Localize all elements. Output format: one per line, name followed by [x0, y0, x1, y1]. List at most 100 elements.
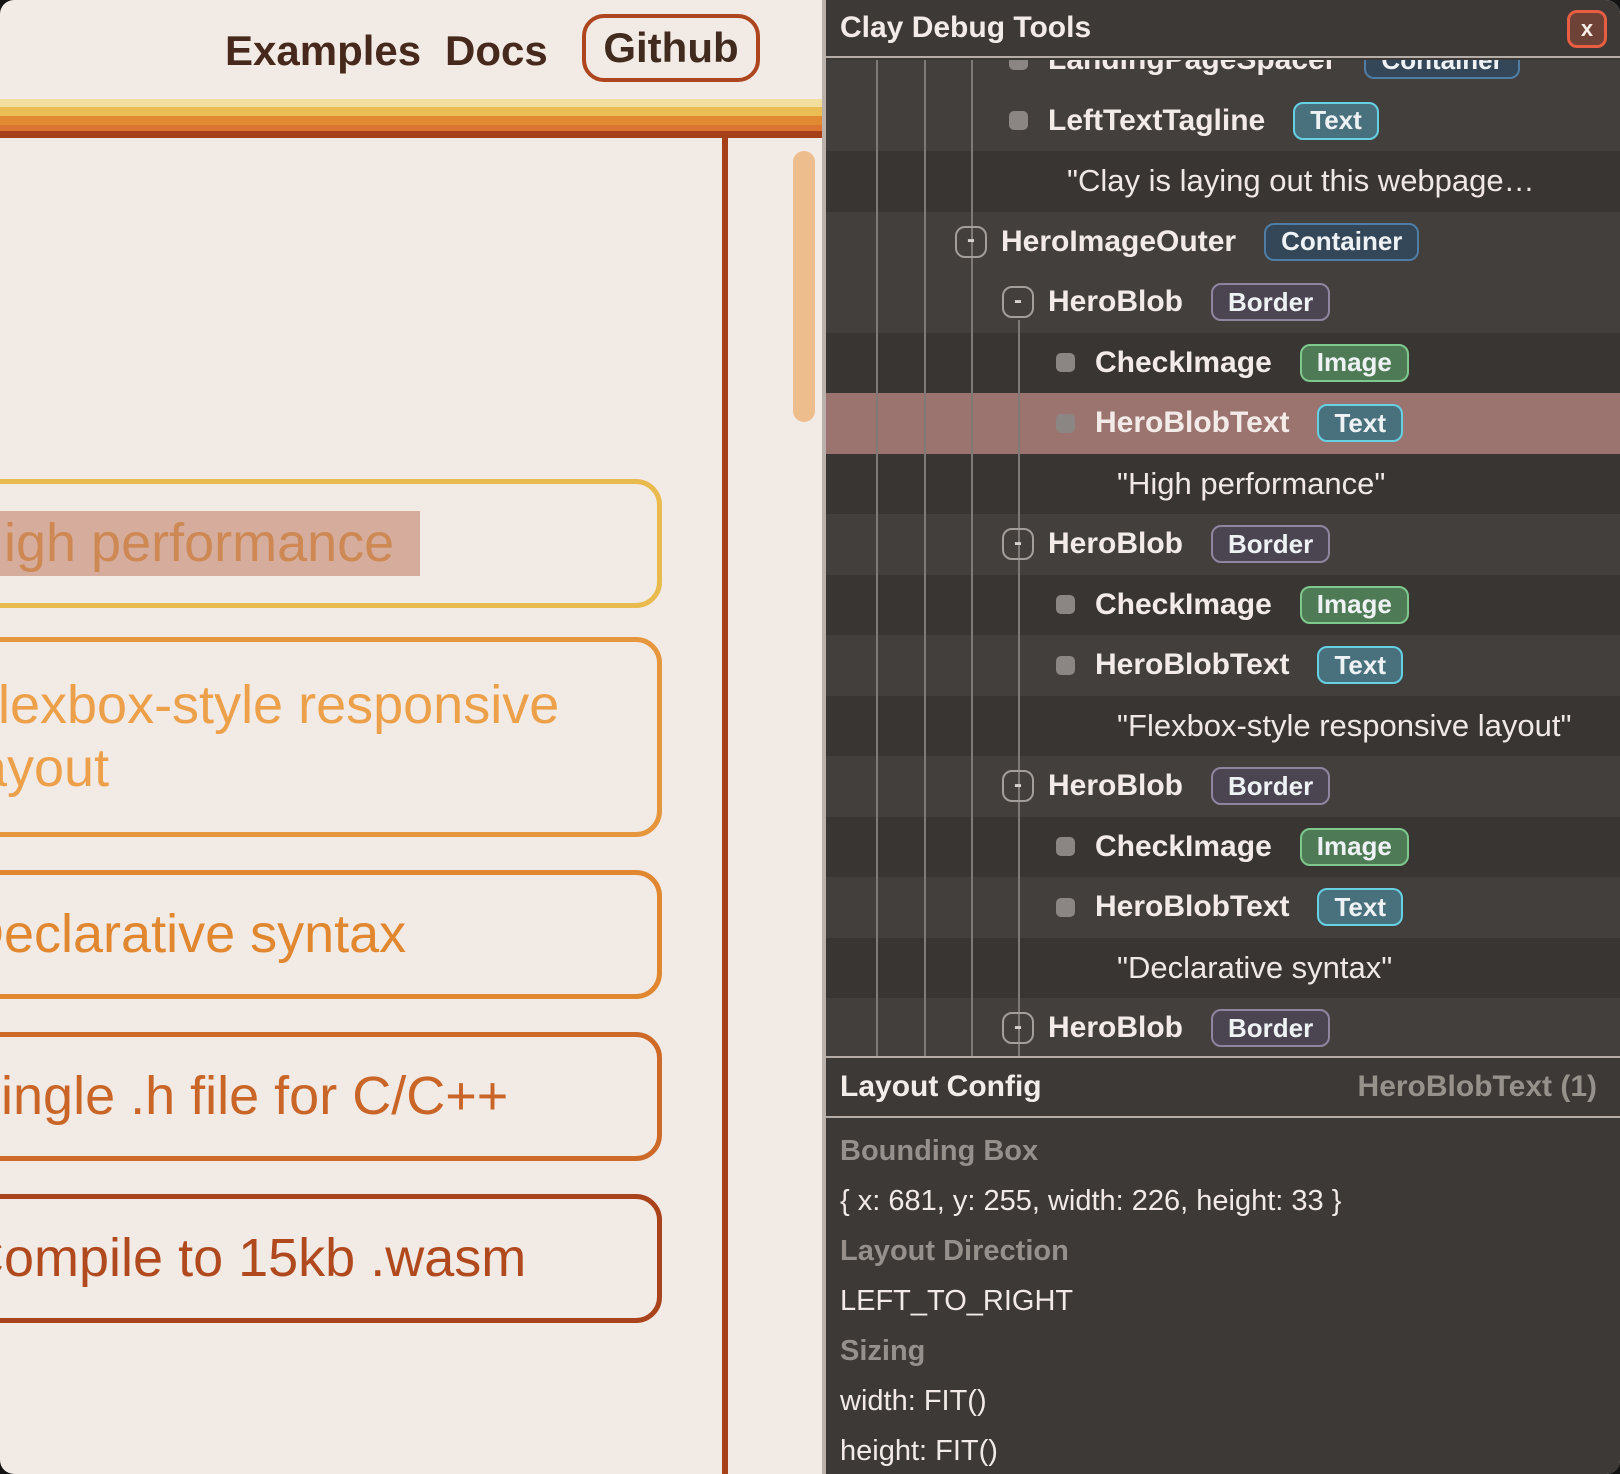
- element-text-content: "Flexbox-style responsive layout": [1117, 708, 1571, 744]
- collapse-icon[interactable]: -: [1002, 770, 1034, 802]
- leaf-bullet-icon: [1056, 656, 1075, 675]
- github-button-label: Github: [603, 24, 738, 72]
- element-name: HeroBlob: [1048, 1011, 1183, 1045]
- config-value: width: FIT(): [840, 1384, 1610, 1418]
- tree-row-HeroBlob[interactable]: -HeroBlob Border: [826, 272, 1620, 333]
- clay-debug-panel: Clay Debug Tools x -HeroBlobBorder"Decla…: [822, 0, 1620, 1474]
- element-type-badge: Text: [1317, 646, 1403, 684]
- selected-element-label: HeroBlobText (1): [1358, 1070, 1597, 1104]
- leaf-bullet-icon: [1056, 837, 1075, 856]
- tree-row-HeroBlobText[interactable]: HeroBlobText Text: [826, 393, 1620, 454]
- config-value: LEFT_TO_RIGHT: [840, 1284, 1610, 1318]
- config-label: Bounding Box: [840, 1134, 1610, 1168]
- leaf-bullet-icon: [1056, 353, 1075, 372]
- element-type-badge: Border: [1211, 525, 1330, 563]
- element-name: CheckImage: [1095, 830, 1272, 864]
- feature-box-text: layout: [0, 737, 657, 800]
- config-label: Sizing: [840, 1334, 1610, 1368]
- tree-row-CheckImage[interactable]: CheckImage Image: [826, 333, 1620, 394]
- leaf-bullet-icon: [1009, 60, 1028, 70]
- tree-row-HeroBlobText[interactable]: HeroBlobText Text: [826, 635, 1620, 696]
- element-tree: -HeroBlobBorder"Declarative syntax"HeroB…: [826, 60, 1620, 1056]
- element-name: HeroImageOuter: [1001, 225, 1236, 259]
- element-text-content: "Declarative syntax": [1117, 950, 1392, 986]
- element-name: CheckImage: [1095, 346, 1272, 380]
- page-section-divider: [722, 138, 728, 1474]
- feature-box: Declarative syntax: [0, 870, 662, 999]
- tree-row-HeroBlob[interactable]: -HeroBlob Border: [826, 514, 1620, 575]
- element-text-content: "High performance": [1117, 466, 1385, 502]
- element-type-badge: Border: [1211, 283, 1330, 321]
- element-name: HeroBlob: [1048, 285, 1183, 319]
- element-type-badge: Border: [1211, 1009, 1330, 1047]
- tree-row-HeroBlob[interactable]: -HeroBlob Border: [826, 756, 1620, 817]
- github-button[interactable]: Github: [582, 14, 760, 82]
- website-page: Examples Docs Github High performanceFle…: [0, 0, 822, 1474]
- close-icon: x: [1581, 18, 1593, 40]
- tree-row-CheckImage[interactable]: CheckImage Image: [826, 817, 1620, 878]
- debug-selection-highlight: [0, 511, 420, 576]
- feature-box-text: Declarative syntax: [0, 903, 657, 966]
- tree-row-CheckImage[interactable]: CheckImage Image: [826, 575, 1620, 636]
- config-value: height: FIT(): [840, 1434, 1610, 1468]
- element-type-badge: Text: [1317, 404, 1403, 442]
- tree-row-HeroBlobText[interactable]: HeroBlobText Text: [826, 877, 1620, 938]
- tree-text-content-row: "Clay is laying out this webpage right n…: [826, 151, 1620, 212]
- tree-row-HeroImageOuter[interactable]: -HeroImageOuter Container: [826, 212, 1620, 273]
- collapse-icon[interactable]: -: [1002, 286, 1034, 318]
- element-name: HeroBlob: [1048, 769, 1183, 803]
- element-type-badge: Image: [1300, 344, 1409, 382]
- feature-box-text: Compile to 15kb .wasm: [0, 1227, 657, 1290]
- layout-config-title: Layout Config: [840, 1070, 1042, 1104]
- tree-text-content-row: "High performance": [826, 454, 1620, 515]
- element-name: HeroBlobText: [1095, 648, 1289, 682]
- element-name: LeftTextTagline: [1048, 104, 1265, 138]
- tree-row-LeftTextTagline[interactable]: LeftTextTagline Text: [826, 91, 1620, 152]
- stripe-band: [0, 107, 822, 116]
- tree-row-HeroBlob[interactable]: -HeroBlob Border: [826, 998, 1620, 1056]
- collapse-icon[interactable]: -: [1002, 528, 1034, 560]
- feature-box: Single .h file for C/C++: [0, 1032, 662, 1161]
- close-button[interactable]: x: [1567, 10, 1607, 48]
- layout-config-body: Bounding Box { x: 681, y: 255, width: 226…: [840, 1134, 1610, 1474]
- element-text-content: "Clay is laying out this webpage right n…: [1067, 163, 1537, 199]
- page-scrollbar-thumb[interactable]: [793, 151, 815, 422]
- element-name: HeroBlob: [1048, 527, 1183, 561]
- stripe-band: [0, 99, 822, 107]
- stripe-band: [0, 116, 822, 125]
- element-name: CheckImage: [1095, 588, 1272, 622]
- element-type-badge: Text: [1293, 102, 1379, 140]
- tree-row-LandingPageSpacer[interactable]: LandingPageSpacer Container: [826, 60, 1620, 91]
- config-label: Layout Direction: [840, 1234, 1610, 1268]
- config-value: { x: 681, y: 255, width: 226, height: 33…: [840, 1184, 1610, 1218]
- gradient-stripe: [0, 99, 822, 138]
- element-type-badge: Container: [1264, 223, 1419, 261]
- element-type-badge: Image: [1300, 828, 1409, 866]
- element-type-badge: Image: [1300, 586, 1409, 624]
- feature-box-text: Flexbox-style responsive: [0, 674, 657, 737]
- leaf-bullet-icon: [1056, 595, 1075, 614]
- element-name: LandingPageSpacer: [1048, 60, 1336, 77]
- nav-link-examples[interactable]: Examples: [225, 27, 421, 75]
- feature-box-text: Single .h file for C/C++: [0, 1065, 657, 1128]
- feature-box: Flexbox-style responsivelayout: [0, 637, 662, 837]
- tree-text-content-row: "Declarative syntax": [826, 938, 1620, 999]
- leaf-bullet-icon: [1056, 414, 1075, 433]
- element-name: HeroBlobText: [1095, 406, 1289, 440]
- element-name: HeroBlobText: [1095, 890, 1289, 924]
- debug-panel-header: Clay Debug Tools: [826, 0, 1620, 58]
- element-type-badge: Container: [1364, 60, 1519, 79]
- leaf-bullet-icon: [1009, 111, 1028, 130]
- stripe-band: [0, 131, 822, 138]
- separator: [826, 1116, 1620, 1118]
- element-type-badge: Border: [1211, 767, 1330, 805]
- app-window: Examples Docs Github High performanceFle…: [0, 0, 1620, 1474]
- element-type-badge: Text: [1317, 888, 1403, 926]
- collapse-icon[interactable]: -: [1002, 1012, 1034, 1044]
- tree-text-content-row: "Flexbox-style responsive layout": [826, 696, 1620, 757]
- collapse-icon[interactable]: -: [955, 226, 987, 258]
- leaf-bullet-icon: [1056, 898, 1075, 917]
- nav-link-docs[interactable]: Docs: [445, 27, 548, 75]
- debug-panel-title: Clay Debug Tools: [840, 11, 1091, 45]
- feature-box: Compile to 15kb .wasm: [0, 1194, 662, 1323]
